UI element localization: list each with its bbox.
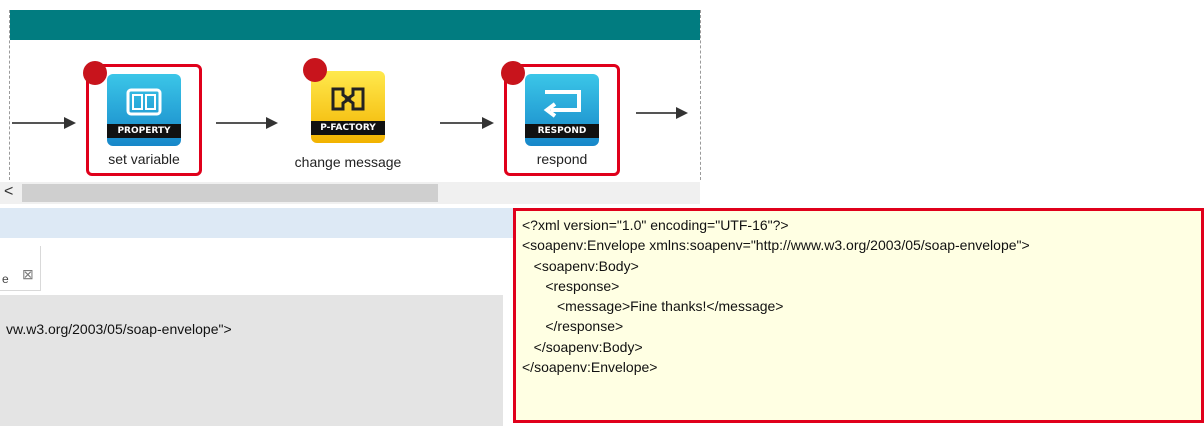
xml-line: <soapenv:Body> [522,257,639,274]
xml-line: <response> [522,277,620,294]
property-icon: PROPERTY [107,74,181,146]
horizontal-scrollbar[interactable]: < [0,182,700,204]
breakpoint-marker[interactable] [83,61,107,85]
respond-icon: RESPOND [525,74,599,146]
flow-canvas: PROPERTY set variable P-FACTORY change m… [0,0,701,182]
canvas-border-right [700,10,701,180]
canvas-border-left [9,10,10,180]
node-caption: respond [536,151,588,167]
tab-label: e [2,272,9,286]
connector-arrow [440,117,494,129]
flow-header-bar [10,10,700,40]
xml-line: <soapenv:Envelope xmlns:soapenv="http://… [522,237,1030,254]
xml-tooltip: <?xml version="1.0" encoding="UTF-16"?> … [513,208,1204,423]
xml-line: <?xml version="1.0" encoding="UTF-16"?> [522,217,789,233]
message-panel [0,295,503,426]
breakpoint-marker[interactable] [303,58,327,82]
icon-label: RESPOND [525,124,599,138]
breakpoint-marker[interactable] [501,61,525,85]
p-factory-icon: P-FACTORY [311,71,385,143]
connector-arrow [636,107,688,119]
xml-line: </response> [522,318,624,335]
xml-line: </soapenv:Envelope> [522,359,658,376]
connector-arrow [12,117,76,129]
node-caption: set variable [108,151,180,167]
flow-node-respond[interactable]: RESPOND respond [501,61,620,176]
scroll-left-icon[interactable]: < [4,183,13,201]
scrollbar-thumb[interactable] [22,184,438,202]
xml-line: <message>Fine thanks!</message> [522,298,784,315]
close-icon[interactable]: ⊠ [22,266,34,283]
view-toolbar-band [0,208,515,238]
node-caption: change message [294,154,402,170]
flow-node-change-message[interactable]: P-FACTORY change message [283,58,413,176]
icon-label: PROPERTY [107,124,181,138]
panel-text: vw.w3.org/2003/05/soap-envelope"> [6,321,232,337]
connector-arrow [216,117,278,129]
flow-node-set-variable[interactable]: PROPERTY set variable [83,61,202,176]
xml-line: </soapenv:Body> [522,338,643,355]
icon-label: P-FACTORY [311,121,385,135]
